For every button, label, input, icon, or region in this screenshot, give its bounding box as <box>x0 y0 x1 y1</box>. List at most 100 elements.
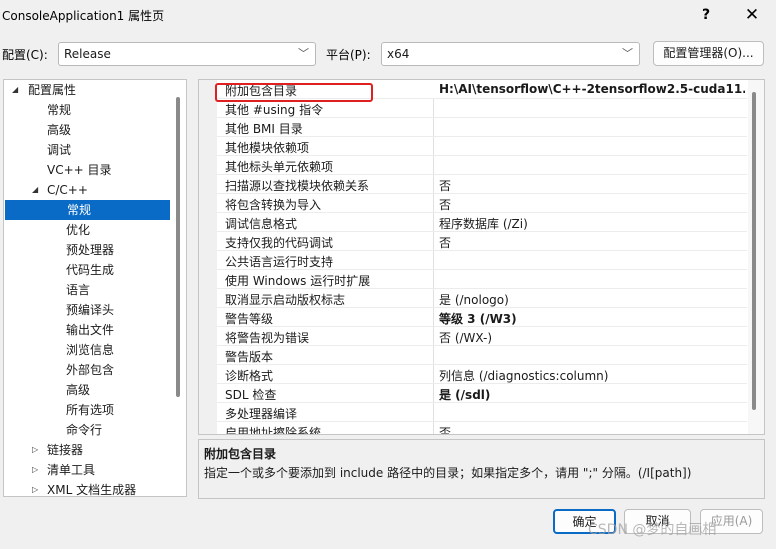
scroll-thumb[interactable] <box>752 92 756 410</box>
tree-item-cpp[interactable]: ◢ C/C++ <box>4 180 172 200</box>
property-name: 取消显示启动版权标志 <box>225 293 346 307</box>
property-value[interactable]: 是 (/sdl) <box>439 386 745 403</box>
property-name: 多处理器编译 <box>225 407 298 421</box>
property-row[interactable]: 其他模块依赖项 <box>217 137 747 156</box>
tree-label: 优化 <box>66 223 91 237</box>
tree-item-manifest[interactable]: ▷ 清单工具 <box>4 460 172 480</box>
tree-item[interactable]: 命令行 <box>4 420 172 440</box>
chevron-down-icon: ﹀ <box>298 47 309 60</box>
tree-item[interactable]: 优化 <box>4 220 172 240</box>
property-row[interactable]: 启用地址擦除系统 否 <box>217 422 747 435</box>
tree-label: VC++ 目录 <box>47 163 112 177</box>
tree-item[interactable]: VC++ 目录 <box>4 160 172 180</box>
tree-item[interactable]: 预编译头 <box>4 300 172 320</box>
collapse-icon[interactable]: ▷ <box>32 440 38 460</box>
property-name: 调试信息格式 <box>225 217 298 231</box>
tree-item[interactable]: 输出文件 <box>4 320 172 340</box>
property-name: 其他 BMI 目录 <box>225 122 303 136</box>
scroll-thumb[interactable] <box>176 97 180 397</box>
property-row[interactable]: 诊断格式 列信息 (/diagnostics:column) <box>217 365 747 384</box>
tree-label: 预编译头 <box>66 303 115 317</box>
tree-item[interactable]: 语言 <box>4 280 172 300</box>
tree-label: 浏览信息 <box>66 343 115 357</box>
tree-scrollbar[interactable] <box>174 83 182 493</box>
grid-gutter <box>199 80 217 434</box>
tree-item[interactable]: 调试 <box>4 140 172 160</box>
property-name: 警告等级 <box>225 312 274 326</box>
expand-icon[interactable]: ◢ <box>12 80 18 100</box>
red-highlight-box <box>215 83 373 102</box>
property-name: 使用 Windows 运行时扩展 <box>225 274 371 288</box>
collapse-icon[interactable]: ▷ <box>32 480 38 496</box>
tree-item-xml[interactable]: ▷ XML 文档生成器 <box>4 480 172 497</box>
grid-scrollbar[interactable] <box>748 80 764 434</box>
tree-label: 调试 <box>47 143 72 157</box>
property-name: 支持仅我的代码调试 <box>225 236 334 250</box>
tree-item[interactable]: 外部包含 <box>4 360 172 380</box>
config-value: Release <box>64 47 111 61</box>
property-value[interactable]: 等级 3 (/W3) <box>439 310 745 327</box>
property-value[interactable]: 否 <box>439 234 745 251</box>
tree-item[interactable]: 预处理器 <box>4 240 172 260</box>
property-value[interactable]: 程序数据库 (/Zi) <box>439 215 745 232</box>
property-value[interactable]: 否 <box>439 177 745 194</box>
tree-label: 高级 <box>47 123 72 137</box>
property-row[interactable]: 警告版本 <box>217 346 747 365</box>
property-row[interactable]: SDL 检查 是 (/sdl) <box>217 384 747 403</box>
tree-item[interactable]: 常规 <box>4 100 172 120</box>
expand-icon[interactable]: ◢ <box>32 180 38 200</box>
config-manager-button[interactable]: 配置管理器(O)... <box>653 41 764 66</box>
property-name: 诊断格式 <box>225 369 274 383</box>
tree-item[interactable]: 所有选项 <box>4 400 172 420</box>
platform-label: 平台(P): <box>326 48 371 62</box>
close-button[interactable]: ✕ <box>734 2 770 28</box>
property-row[interactable]: 其他标头单元依赖项 <box>217 156 747 175</box>
tree-item-linker[interactable]: ▷ 链接器 <box>4 440 172 460</box>
tree-item[interactable]: 代码生成 <box>4 260 172 280</box>
property-value[interactable]: 否 <box>439 196 745 213</box>
property-row[interactable]: 支持仅我的代码调试 否 <box>217 232 747 251</box>
platform-dropdown[interactable]: x64 ﹀ <box>381 42 640 66</box>
tree-item[interactable]: 高级 <box>4 380 172 400</box>
property-value[interactable]: H:\AI\tensorflow\C++-2tensorflow2.5-cuda… <box>439 82 745 96</box>
tree-label: XML 文档生成器 <box>47 483 137 497</box>
property-row[interactable]: 多处理器编译 <box>217 403 747 422</box>
tree-label: 语言 <box>66 283 91 297</box>
property-row[interactable]: 将警告视为错误 否 (/WX-) <box>217 327 747 346</box>
tree-item-selected[interactable]: 常规 <box>5 200 170 220</box>
tree-label: 外部包含 <box>66 363 115 377</box>
property-name: 公共语言运行时支持 <box>225 255 334 269</box>
property-row[interactable]: 取消显示启动版权标志 是 (/nologo) <box>217 289 747 308</box>
property-value[interactable]: 列信息 (/diagnostics:column) <box>439 367 745 384</box>
tree-label: 清单工具 <box>47 463 96 477</box>
property-row[interactable]: 警告等级 等级 3 (/W3) <box>217 308 747 327</box>
tree-label: 输出文件 <box>66 323 115 337</box>
tree-item[interactable]: 高级 <box>4 120 172 140</box>
property-name: 扫描源以查找模块依赖关系 <box>225 179 370 193</box>
tree-label: 命令行 <box>66 423 103 437</box>
property-value[interactable]: 否 <box>439 424 745 434</box>
description-text: 指定一个或多个要添加到 include 路径中的目录；如果指定多个，请用 ";"… <box>204 466 692 480</box>
tree-label: 配置属性 <box>28 83 77 97</box>
property-row[interactable]: 扫描源以查找模块依赖关系 否 <box>217 175 747 194</box>
property-row[interactable]: 其他 BMI 目录 <box>217 118 747 137</box>
tree-label: 常规 <box>47 103 72 117</box>
configuration-bar: 配置(C): Release ﹀ 平台(P): x64 ﹀ 配置管理器(O)..… <box>0 40 776 68</box>
property-value[interactable]: 否 (/WX-) <box>439 329 745 346</box>
property-name: 警告版本 <box>225 350 274 364</box>
description-title: 附加包含目录 <box>204 447 277 461</box>
collapse-icon[interactable]: ▷ <box>32 460 38 480</box>
property-name: 其他标头单元依赖项 <box>225 160 334 174</box>
property-value[interactable]: 是 (/nologo) <box>439 291 745 308</box>
tree-item-config-props[interactable]: ◢ 配置属性 <box>4 80 172 100</box>
config-dropdown[interactable]: Release ﹀ <box>58 42 316 66</box>
property-name: 启用地址擦除系统 <box>225 426 322 435</box>
help-button[interactable]: ? <box>688 2 724 28</box>
property-tree: ◢ 配置属性 常规 高级 调试 VC++ 目录 ◢ C/C++ 常规 优化 预处… <box>3 79 187 497</box>
property-row[interactable]: 公共语言运行时支持 <box>217 251 747 270</box>
tree-item[interactable]: 浏览信息 <box>4 340 172 360</box>
property-row[interactable]: 调试信息格式 程序数据库 (/Zi) <box>217 213 747 232</box>
property-row[interactable]: 将包含转换为导入 否 <box>217 194 747 213</box>
property-row[interactable]: 使用 Windows 运行时扩展 <box>217 270 747 289</box>
description-pane: 附加包含目录 指定一个或多个要添加到 include 路径中的目录；如果指定多个… <box>198 439 765 499</box>
